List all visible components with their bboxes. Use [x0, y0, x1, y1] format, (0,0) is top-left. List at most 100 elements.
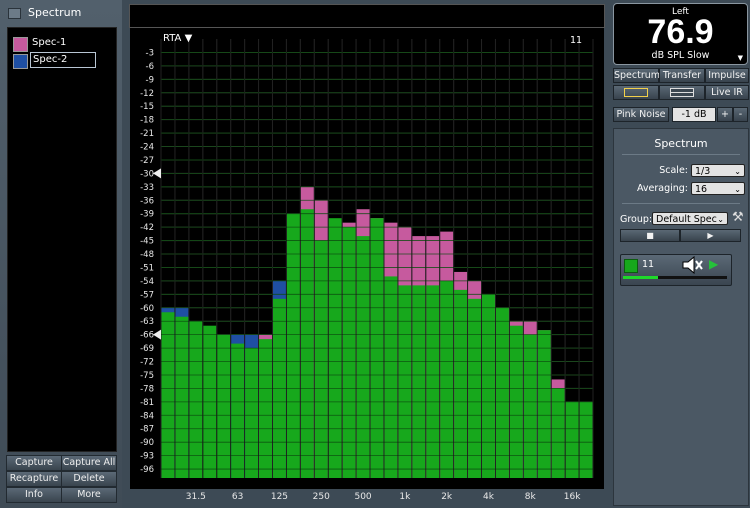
tools-icon[interactable]: ⚒	[732, 210, 744, 225]
bar-live	[454, 289, 468, 478]
y-tick-label: -57	[140, 290, 154, 300]
bar-live	[259, 339, 272, 478]
y-tick-label: -63	[140, 317, 154, 327]
play-icon: ▶	[707, 231, 714, 240]
spectrum-mode-button[interactable]: Spectrum	[613, 68, 660, 83]
x-tick-label: 16k	[563, 492, 581, 502]
y-tick-label: -78	[140, 384, 154, 394]
y-tick-label: -42	[140, 223, 154, 233]
delete-button[interactable]: Delete	[61, 471, 117, 487]
divider	[622, 203, 740, 204]
pink-noise-level[interactable]: -1 dB	[672, 107, 716, 122]
y-tick-label: -93	[140, 452, 154, 462]
level-plus-button[interactable]: +	[717, 107, 733, 122]
measurement-tile[interactable]: 11 ▶	[620, 254, 732, 286]
spl-meter[interactable]: Left 76.9 dB SPL Slow ▼	[613, 3, 748, 65]
y-tick-label: -27	[140, 156, 154, 166]
y-tick-label: -48	[140, 250, 154, 260]
spec-color-swatch[interactable]	[13, 54, 28, 69]
spec-item-2[interactable]: Spec-2	[12, 52, 112, 69]
live-ir-button[interactable]: Live IR	[705, 85, 749, 100]
spec-color-swatch[interactable]	[13, 37, 28, 52]
plot-panel: -3 -6 -9 -12 -15 -18 -21 -24 -27 -30 -33 -36 -39 -42 -…	[122, 0, 610, 508]
capture-button[interactable]: Capture	[6, 455, 62, 471]
recapture-button[interactable]: Recapture	[6, 471, 62, 487]
y-tick-label: -6	[146, 62, 154, 72]
impulse-mode-button[interactable]: Impulse	[705, 68, 749, 83]
rta-mode-dropdown[interactable]: RTA ▼	[163, 33, 192, 44]
single-pane-icon	[624, 88, 648, 97]
bar-live	[356, 236, 370, 478]
average-count: 11	[570, 35, 583, 46]
y-tick-label: -84	[140, 411, 154, 421]
y-tick-label: -21	[140, 129, 154, 139]
y-tick-label: -15	[140, 102, 154, 112]
y-tick-label: -30	[140, 169, 154, 179]
spectrum-list-panel: Spectrum Spec-1 Spec-2 Capture Capture A…	[0, 0, 122, 508]
group-label: Group:	[620, 214, 653, 225]
tile-color-swatch[interactable]	[624, 259, 638, 273]
chevron-down-icon: ⌄	[734, 185, 741, 194]
scale-select[interactable]: 1/3 ⌄	[691, 164, 745, 177]
level-meter	[623, 276, 727, 279]
split-view-button[interactable]	[659, 85, 705, 100]
stop-button[interactable]: ■	[620, 229, 680, 242]
play-icon[interactable]: ▶	[709, 257, 718, 271]
y-tick-label: -12	[140, 89, 154, 99]
play-button[interactable]: ▶	[680, 229, 741, 242]
y-tick-label: -39	[140, 210, 154, 220]
y-tick-label: -81	[140, 398, 154, 408]
scale-label: Scale:	[659, 165, 688, 176]
averaging-select[interactable]: 16 ⌄	[691, 182, 745, 195]
split-pane-icon	[670, 88, 694, 97]
settings-title: Spectrum	[654, 137, 708, 150]
y-tick-label: -24	[140, 143, 154, 153]
speaker-mute-icon[interactable]	[681, 255, 703, 277]
spec-item-1[interactable]: Spec-1	[12, 35, 112, 52]
chevron-down-icon[interactable]: ▼	[738, 54, 743, 62]
bar-live	[175, 316, 189, 478]
capture-all-button[interactable]: Capture All	[61, 455, 117, 471]
plot-top-strip	[129, 4, 605, 28]
y-tick-label: -36	[140, 196, 154, 206]
chevron-down-icon: ▼	[184, 33, 193, 44]
transfer-mode-button[interactable]: Transfer	[659, 68, 705, 83]
y-tick-label: -87	[140, 425, 154, 435]
level-meter-fill	[623, 276, 659, 279]
level-minus-button[interactable]: -	[733, 107, 748, 122]
y-tick-label: -66	[140, 331, 154, 341]
group-select[interactable]: Default Spec ⌄	[652, 212, 728, 225]
x-tick-label: 63	[231, 492, 244, 502]
bar-live	[426, 285, 440, 478]
tile-count: 11	[642, 259, 655, 270]
bar-live	[342, 227, 356, 478]
single-view-button[interactable]	[613, 85, 659, 100]
averaging-label: Averaging:	[636, 183, 688, 194]
control-panel: Left 76.9 dB SPL Slow ▼ Spectrum Transfe…	[610, 0, 750, 508]
more-button[interactable]: More	[61, 487, 117, 503]
info-button[interactable]: Info	[6, 487, 62, 503]
rta-plot[interactable]: -3 -6 -9 -12 -15 -18 -21 -24 -27 -30 -33 -36 -39 -42 -…	[130, 28, 604, 489]
bar-live	[412, 285, 426, 478]
rta-chart-svg: -3 -6 -9 -12 -15 -18 -21 -24 -27 -30 -33 -36 -39 -42 -…	[140, 39, 594, 479]
y-tick-label: -3	[146, 48, 154, 58]
bar-live	[245, 348, 259, 478]
x-tick-label: 8k	[524, 492, 536, 502]
y-tick-label: -90	[140, 438, 154, 448]
chevron-down-icon: ⌄	[734, 167, 741, 176]
pink-noise-button[interactable]: Pink Noise	[613, 107, 669, 122]
spectrum-toggle-checkbox[interactable]	[8, 8, 21, 19]
x-axis-ticks: 31.5 63 125 250 500 1k 2k 4k 8k 16k	[130, 489, 604, 508]
rta-mode-label: RTA	[163, 33, 182, 44]
bar-live	[565, 401, 579, 478]
reference-marker-icon	[153, 329, 161, 340]
spl-value: 76.9	[647, 13, 714, 51]
y-tick-label: -96	[140, 465, 154, 475]
bar-live	[189, 321, 203, 478]
bar-live	[579, 401, 593, 478]
y-tick-label: -45	[140, 237, 154, 247]
spec-item-label-editing[interactable]: Spec-2	[30, 52, 96, 68]
spectrum-list-header: Spectrum	[4, 3, 118, 23]
bar-live	[495, 307, 509, 478]
bar-live	[217, 334, 231, 478]
